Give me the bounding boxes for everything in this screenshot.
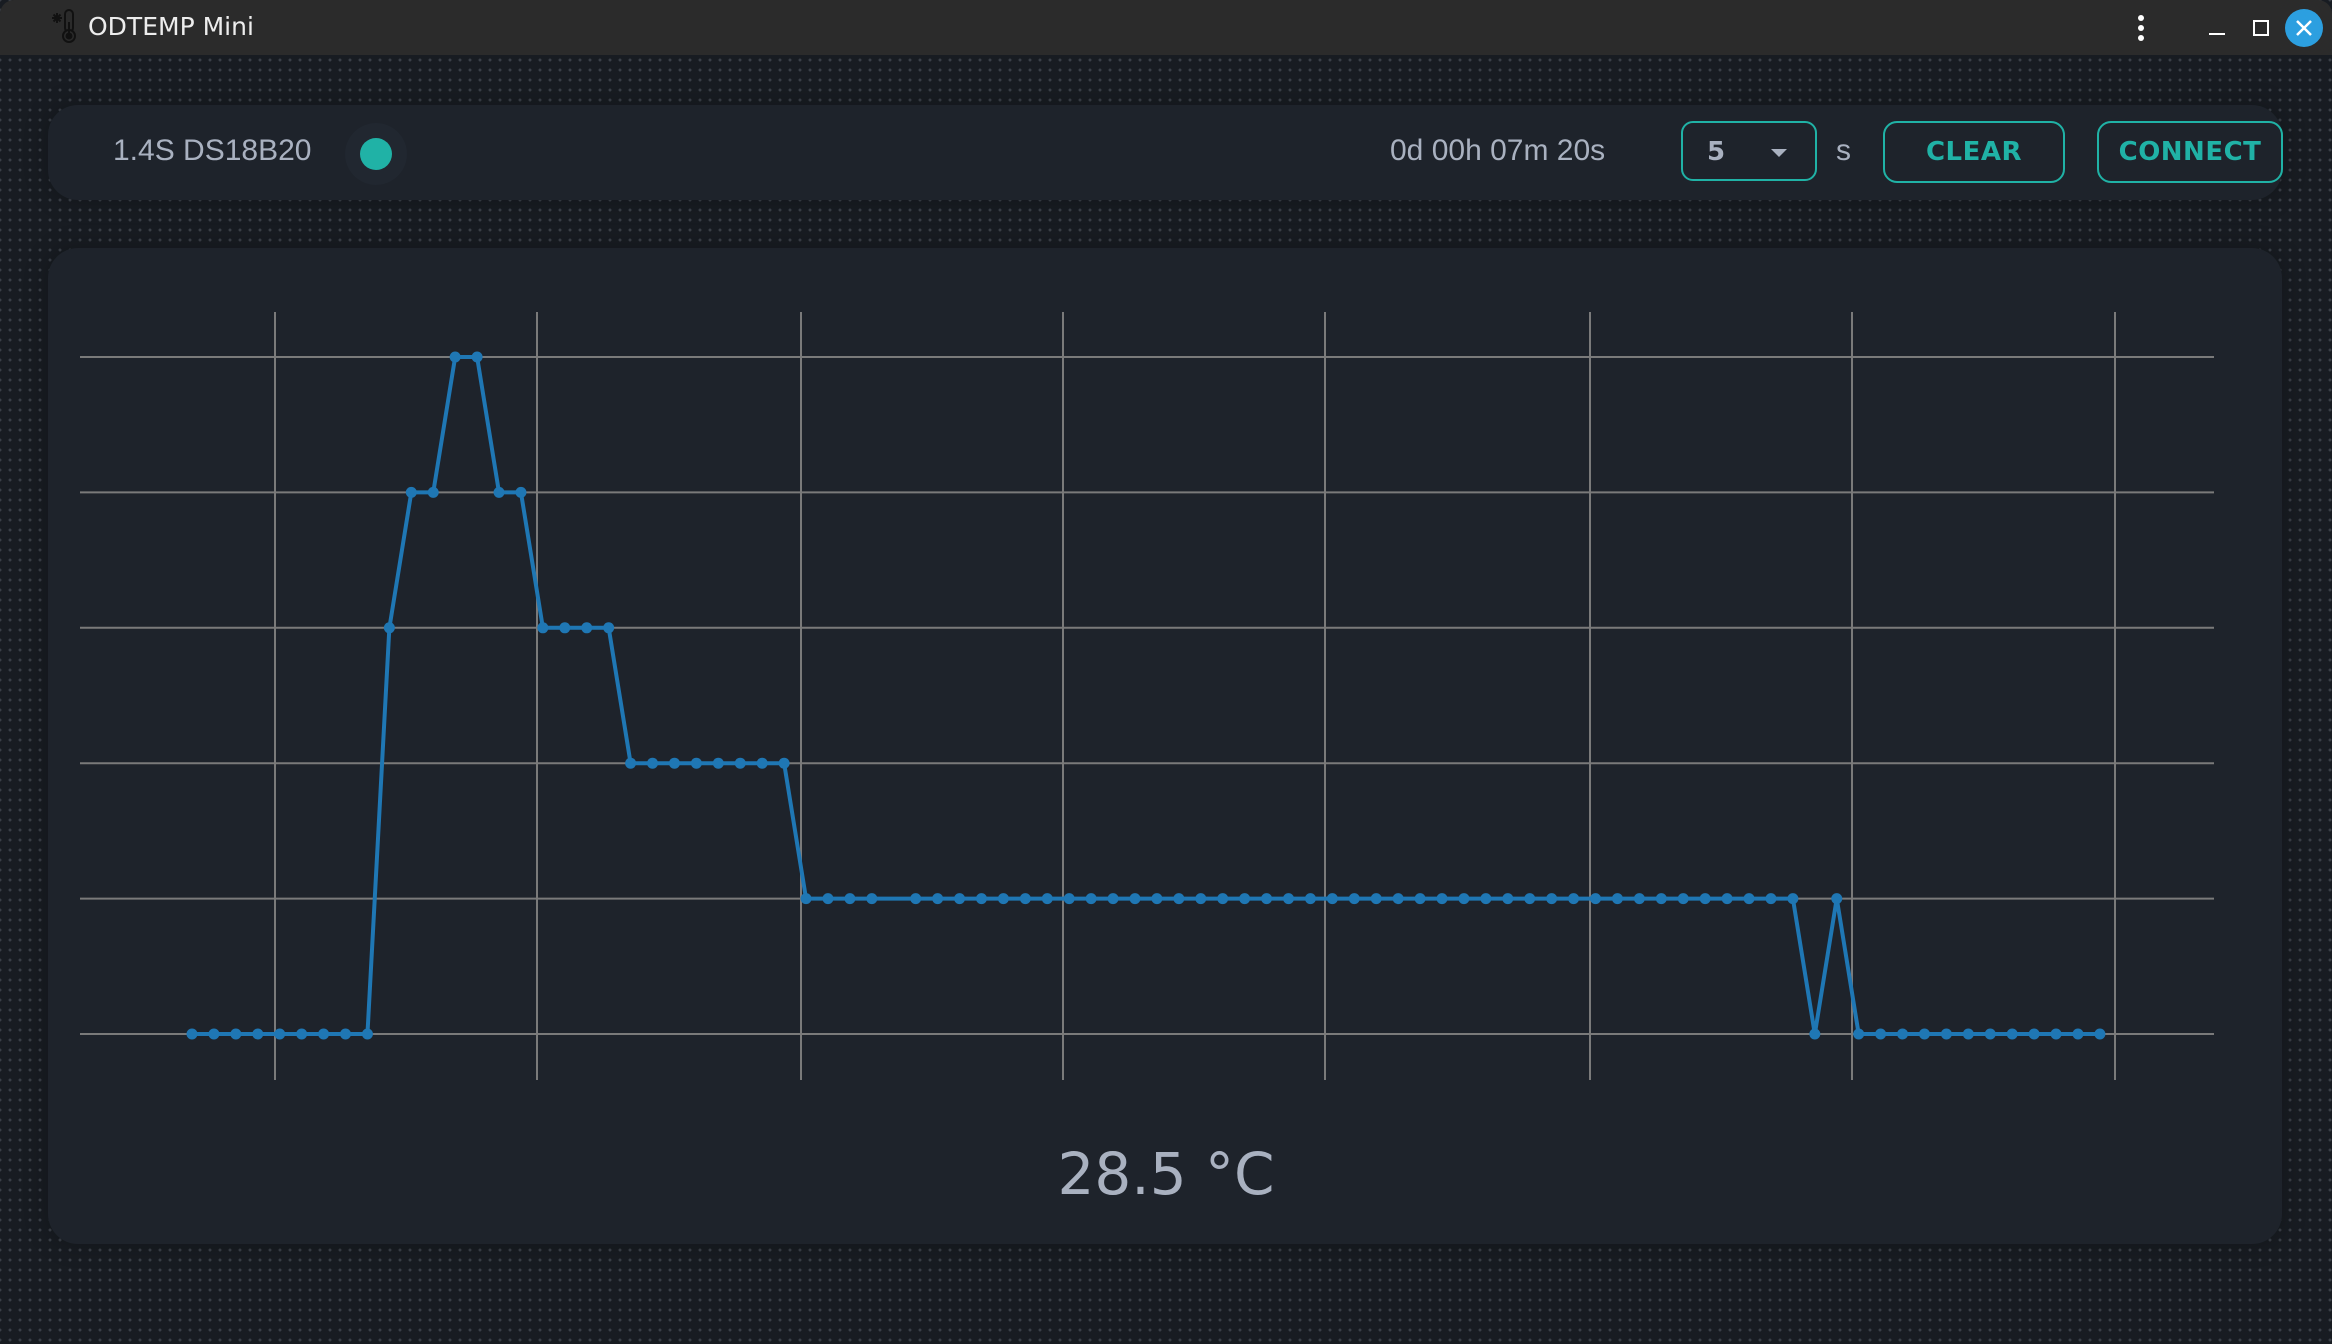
- data-point: [1984, 1028, 1996, 1040]
- data-point: [1677, 893, 1689, 905]
- data-point: [427, 486, 439, 498]
- data-point: [1611, 893, 1623, 905]
- data-point: [208, 1028, 220, 1040]
- data-point: [361, 1028, 373, 1040]
- data-point: [537, 622, 549, 634]
- temperature-readout: 28.5 °C: [1057, 1140, 1275, 1208]
- series-line: [192, 355, 2100, 1036]
- data-point: [1590, 893, 1602, 905]
- data-point: [1940, 1028, 1952, 1040]
- data-point: [932, 893, 944, 905]
- data-point: [1853, 1028, 1865, 1040]
- data-point: [1151, 893, 1163, 905]
- data-point: [778, 757, 790, 769]
- data-point: [603, 622, 615, 634]
- data-point: [340, 1028, 352, 1040]
- data-point: [866, 893, 878, 905]
- data-point: [1743, 893, 1755, 905]
- data-point: [2028, 1028, 2040, 1040]
- data-point: [2006, 1028, 2018, 1040]
- data-point: [1831, 893, 1843, 905]
- data-point: [581, 622, 593, 634]
- data-point: [252, 1028, 264, 1040]
- data-point: [318, 1028, 330, 1040]
- data-point: [1085, 893, 1097, 905]
- data-point: [1655, 893, 1667, 905]
- data-point: [274, 1028, 286, 1040]
- data-point: [1524, 893, 1536, 905]
- data-point: [1546, 893, 1558, 905]
- data-point: [712, 757, 724, 769]
- data-point: [1129, 893, 1141, 905]
- data-point: [954, 893, 966, 905]
- data-point: [1897, 1028, 1909, 1040]
- data-point: [1019, 893, 1031, 905]
- data-point: [2094, 1028, 2106, 1040]
- data-point: [1304, 893, 1316, 905]
- data-point: [1458, 893, 1470, 905]
- data-point: [230, 1028, 242, 1040]
- data-point: [515, 486, 527, 498]
- data-point: [1370, 893, 1382, 905]
- data-point: [1765, 893, 1777, 905]
- data-point: [1326, 893, 1338, 905]
- data-point: [1875, 1028, 1887, 1040]
- data-point: [844, 893, 856, 905]
- data-point: [800, 893, 812, 905]
- data-point: [822, 893, 834, 905]
- data-point: [1239, 893, 1251, 905]
- data-point: [1195, 893, 1207, 905]
- data-point: [1568, 893, 1580, 905]
- data-point: [2072, 1028, 2084, 1040]
- data-point: [756, 757, 768, 769]
- data-point: [1261, 893, 1273, 905]
- data-point: [405, 486, 417, 498]
- data-point: [975, 893, 987, 905]
- data-point: [734, 757, 746, 769]
- data-point: [647, 757, 659, 769]
- data-point: [383, 622, 395, 634]
- data-point: [1392, 893, 1404, 905]
- data-point: [1962, 1028, 1974, 1040]
- data-point: [1041, 893, 1053, 905]
- data-point: [1918, 1028, 1930, 1040]
- data-point: [625, 757, 637, 769]
- data-point: [296, 1028, 308, 1040]
- data-point: [1436, 893, 1448, 905]
- data-point: [1633, 893, 1645, 905]
- data-point: [449, 351, 461, 363]
- data-point: [690, 757, 702, 769]
- data-point: [1283, 893, 1294, 905]
- data-point: [1480, 893, 1492, 905]
- data-point: [1721, 893, 1733, 905]
- data-point: [1217, 893, 1229, 905]
- data-point: [1107, 893, 1119, 905]
- data-point: [1809, 1028, 1821, 1040]
- data-point: [1173, 893, 1185, 905]
- data-point: [471, 351, 483, 363]
- data-point: [1414, 893, 1426, 905]
- data-point: [186, 1028, 198, 1040]
- data-point: [1787, 893, 1799, 905]
- data-point: [559, 622, 571, 634]
- data-point: [493, 486, 505, 498]
- data-point: [1699, 893, 1711, 905]
- data-point: [1502, 893, 1514, 905]
- data-point: [668, 757, 680, 769]
- data-point: [1063, 893, 1075, 905]
- data-point: [910, 893, 922, 905]
- data-point: [997, 893, 1009, 905]
- data-point: [1348, 893, 1360, 905]
- data-point: [2050, 1028, 2062, 1040]
